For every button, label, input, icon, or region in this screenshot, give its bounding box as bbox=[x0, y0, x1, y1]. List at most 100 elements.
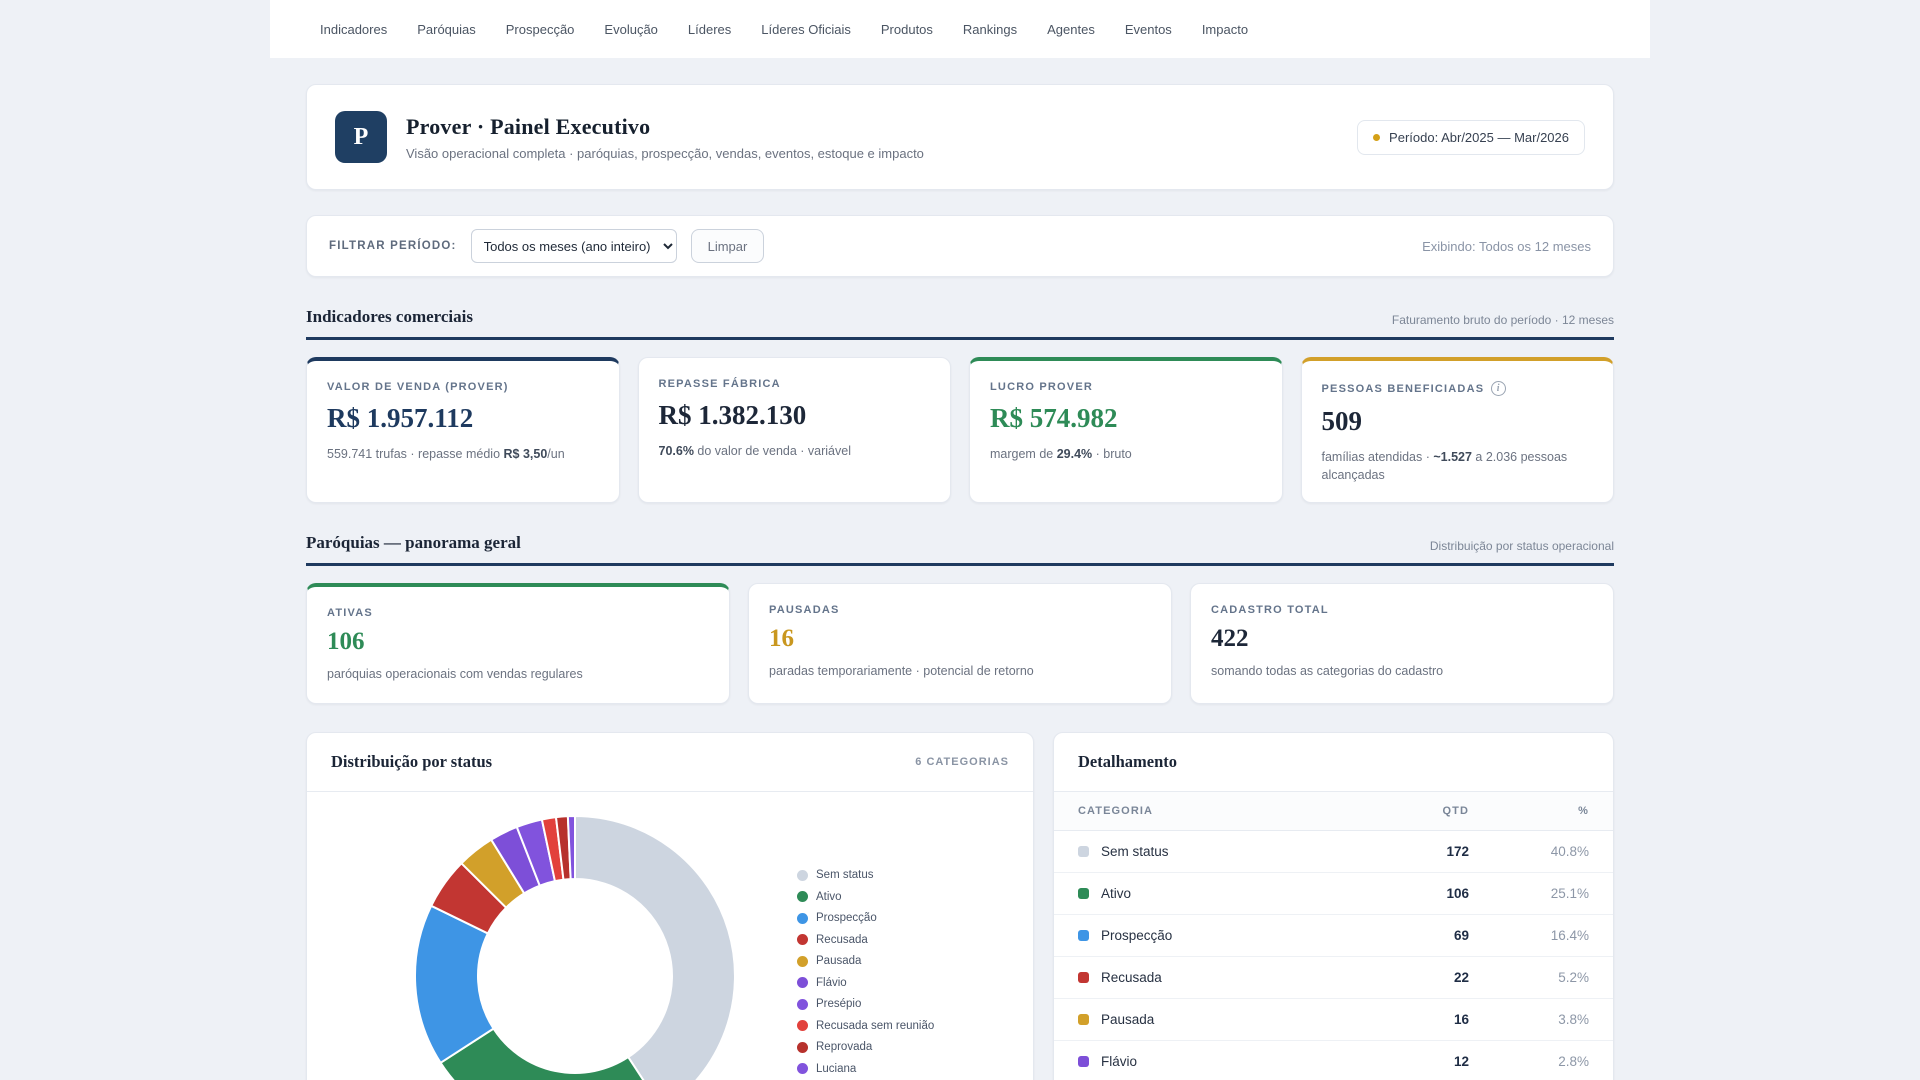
legend-label: Recusada bbox=[816, 933, 868, 946]
kpi-label: VALOR DE VENDA (PROVER) bbox=[327, 381, 599, 393]
kpi-value: 509 bbox=[1321, 406, 1363, 436]
table-row-qtd: 172 bbox=[1446, 844, 1469, 860]
category-swatch-icon bbox=[1078, 1014, 1089, 1026]
legend-item-recusada[interactable]: Recusada bbox=[797, 929, 934, 951]
app-header-card: P Prover · Painel Executivo Visão operac… bbox=[306, 84, 1614, 190]
table-row-qtd: 16 bbox=[1453, 1012, 1469, 1028]
filter-bar: Filtrar período: Todos os meses (ano int… bbox=[306, 215, 1614, 277]
section-parishes-title: Paróquias — panorama geral bbox=[306, 533, 521, 553]
info-icon[interactable]: i bbox=[1491, 381, 1507, 396]
legend-item-pausada[interactable]: Pausada bbox=[797, 950, 934, 972]
table-row-label: Pausada bbox=[1078, 1012, 1359, 1027]
legend-item-presepio[interactable]: Presépio bbox=[797, 993, 934, 1015]
status-card-pausadas: PAUSADAS 16 paradas temporariamente · pote… bbox=[748, 583, 1172, 705]
table-row-label: Prospecção bbox=[1078, 928, 1359, 943]
status-subtitle: paróquias operacionais com vendas regula… bbox=[327, 667, 583, 682]
legend-dot-icon bbox=[797, 1063, 808, 1074]
table-row-sem-status: Sem status 172 40.8% bbox=[1054, 831, 1613, 874]
legend-dot-icon bbox=[797, 977, 808, 988]
nav-item-produtos[interactable]: Produtos bbox=[881, 22, 933, 37]
legend-dot-icon bbox=[797, 998, 808, 1010]
legend-label: Luciana bbox=[816, 1062, 857, 1075]
donut-slice-sem-status bbox=[574, 815, 736, 1080]
table-row-flavio: Flávio 12 2.8% bbox=[1054, 1041, 1613, 1080]
table-row-label: Flávio bbox=[1078, 1054, 1359, 1069]
kpi-value: R$ 574.982 bbox=[990, 403, 1118, 433]
category-swatch-icon bbox=[1078, 972, 1089, 984]
kpi-subtitle: margem de 29.4% · bruto bbox=[990, 447, 1132, 461]
kpi-label-text: REPASSE FÁBRICA bbox=[658, 378, 781, 390]
nav-item-indicadores[interactable]: Indicadores bbox=[320, 22, 387, 37]
status-value: 16 bbox=[769, 625, 794, 653]
status-subtitle: paradas temporariamente · potencial de r… bbox=[769, 664, 1034, 679]
legend-label: Prospecção bbox=[816, 912, 877, 924]
table-row-pct: 25.1% bbox=[1550, 886, 1589, 902]
category-swatch-icon bbox=[1078, 1056, 1089, 1068]
legend-label: Presépio bbox=[816, 998, 862, 1010]
detail-table-card: Detalhamento CATEGORIA QTD % Sem status 1… bbox=[1053, 732, 1614, 1080]
nav-item-lideres[interactable]: Líderes bbox=[688, 22, 731, 37]
legend-label: Ativo bbox=[816, 890, 842, 903]
status-card-ativas: ATIVAS 106 paróquias operacionais com vend… bbox=[306, 583, 730, 705]
kpi-label: PESSOAS BENEFICIADAS i bbox=[1322, 381, 1594, 396]
status-donut-chart bbox=[414, 815, 736, 1080]
nav-item-paroquias[interactable]: Paróquias bbox=[417, 22, 476, 37]
nav-item-eventos[interactable]: Eventos bbox=[1125, 22, 1172, 37]
kpi-subtitle: 70.6% do valor de venda · variável bbox=[658, 444, 851, 458]
kpi-label-text: PESSOAS BENEFICIADAS bbox=[1321, 382, 1485, 395]
nav-item-lideres-oficiais[interactable]: Líderes Oficiais bbox=[761, 22, 851, 37]
detail-table-body: Sem status 172 40.8% Ativo 106 25.1% Prospecçã… bbox=[1054, 831, 1613, 1080]
category-swatch-icon bbox=[1078, 888, 1089, 900]
kpi-card-pessoas-beneficiadas: PESSOAS BENEFICIADAS i 509 famílias atendid… bbox=[1300, 357, 1614, 504]
legend-item-reprovada[interactable]: Reprovada bbox=[797, 1036, 934, 1058]
header-categoria: CATEGORIA bbox=[1078, 805, 1154, 818]
status-grid: ATIVAS 106 paróquias operacionais com vend… bbox=[306, 583, 1614, 705]
period-dot-icon bbox=[1373, 133, 1381, 141]
table-row-label: Sem status bbox=[1078, 844, 1359, 859]
nav-item-agentes[interactable]: Agentes bbox=[1047, 22, 1095, 37]
kpi-label: REPASSE FÁBRICA bbox=[659, 378, 931, 390]
filter-label: Filtrar período: bbox=[329, 240, 457, 252]
kpi-value: R$ 1.382.130 bbox=[658, 400, 807, 430]
table-row-pausada: Pausada 16 3.8% bbox=[1054, 999, 1613, 1042]
legend-dot-icon bbox=[797, 912, 808, 924]
kpi-value: R$ 1.957.112 bbox=[327, 403, 474, 433]
detail-table-header: CATEGORIA QTD % bbox=[1054, 792, 1613, 832]
kpi-card-repasse-fabrica: REPASSE FÁBRICA R$ 1.382.130 70.6% do valo… bbox=[637, 357, 951, 504]
table-row-qtd: 12 bbox=[1453, 1054, 1469, 1070]
legend-item-prospeccao[interactable]: Prospecção bbox=[797, 907, 934, 929]
status-label: CADASTRO TOTAL bbox=[1211, 604, 1329, 617]
nav-item-impacto[interactable]: Impacto bbox=[1202, 22, 1248, 37]
period-select[interactable]: Todos os meses (ano inteiro) bbox=[470, 229, 677, 263]
kpi-subtitle: famílias atendidas · ~1.527 a 2.036 pess… bbox=[1321, 450, 1568, 483]
kpi-label-text: LUCRO PROVER bbox=[990, 381, 1094, 393]
nav-item-rankings[interactable]: Rankings bbox=[963, 22, 1017, 37]
kpi-label: LUCRO PROVER bbox=[990, 381, 1262, 393]
legend-label: Flávio bbox=[816, 976, 847, 989]
status-value: 106 bbox=[327, 628, 365, 656]
nav-item-prospeccao[interactable]: Prospecção bbox=[506, 22, 575, 37]
detail-card-title: Detalhamento bbox=[1078, 752, 1177, 772]
kpi-card-lucro-prover: LUCRO PROVER R$ 574.982 margem de 29.4% · … bbox=[969, 357, 1283, 504]
header-pct: % bbox=[1578, 805, 1589, 818]
category-swatch-icon bbox=[1078, 846, 1089, 858]
status-card-cadastro-total: CADASTRO TOTAL 422 somando todas as catego… bbox=[1190, 583, 1614, 705]
legend-item-recusada-sem-reuniao[interactable]: Recusada sem reunião bbox=[797, 1015, 934, 1037]
legend-item-luciana[interactable]: Luciana bbox=[797, 1058, 934, 1080]
section-commercial-header: Indicadores comerciais Faturamento bruto… bbox=[306, 307, 1614, 340]
legend-item-ativo[interactable]: Ativo bbox=[797, 886, 934, 908]
kpi-grid: VALOR DE VENDA (PROVER) R$ 1.957.112 559.7… bbox=[306, 357, 1614, 504]
table-row-qtd: 106 bbox=[1446, 886, 1469, 902]
table-row-prospeccao: Prospecção 69 16.4% bbox=[1054, 915, 1613, 958]
chart-legend: Sem status Ativo Prospecção Recusada Pausada… bbox=[797, 864, 934, 1079]
legend-item-flavio[interactable]: Flávio bbox=[797, 972, 934, 994]
table-row-pct: 40.8% bbox=[1550, 844, 1589, 860]
page-subtitle: Visão operacional completa · paróquias, … bbox=[406, 145, 924, 161]
legend-dot-icon bbox=[797, 1041, 808, 1053]
clear-filter-button[interactable]: Limpar bbox=[690, 229, 765, 263]
status-subtitle: somando todas as categorias do cadastro bbox=[1211, 664, 1444, 679]
chart-card-title: Distribuição por status bbox=[331, 752, 493, 772]
nav-item-evolucao[interactable]: Evolução bbox=[604, 22, 657, 37]
section-commercial-right: Faturamento bruto do período · 12 meses bbox=[1391, 313, 1614, 327]
legend-item-sem-status[interactable]: Sem status bbox=[797, 864, 934, 886]
